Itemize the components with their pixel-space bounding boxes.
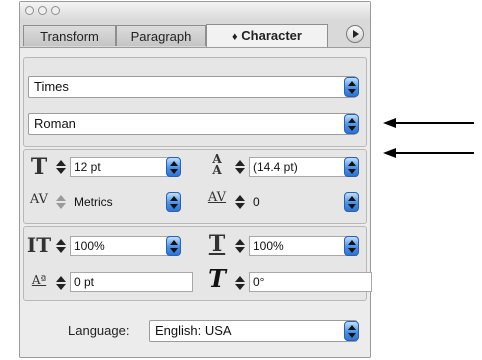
vertical-scale-stepper[interactable] (55, 237, 66, 255)
kerning-stepper[interactable] (55, 193, 66, 211)
language-value: English: USA (155, 323, 232, 338)
leading-popup-icon[interactable] (344, 157, 359, 177)
vertical-scale-icon: IT (26, 233, 52, 257)
leading-stepper[interactable] (234, 158, 245, 176)
vertical-scale-field[interactable]: 100% (70, 236, 178, 256)
leading-icon: AA (212, 152, 222, 177)
horizontal-scale-icon: T (208, 231, 226, 257)
vertical-scale-popup-icon[interactable] (166, 236, 181, 256)
baseline-shift-icon: Aª (31, 273, 47, 287)
horizontal-scale-value: 100% (253, 239, 284, 253)
language-label: Language: (68, 323, 130, 338)
annotation-arrow-line (394, 122, 474, 124)
tab-transform-label: Transform (40, 29, 99, 44)
close-button[interactable] (25, 6, 34, 15)
font-style-dropdown[interactable]: Roman (28, 113, 356, 135)
title-bar[interactable] (20, 2, 370, 22)
annotation-arrow-line (394, 152, 474, 154)
tab-reorder-icon: ♦ (232, 31, 238, 43)
kerning-field[interactable]: Metrics (70, 192, 178, 212)
zoom-button[interactable] (51, 6, 60, 15)
language-dropdown[interactable]: English: USA (149, 320, 357, 342)
tracking-popup-icon[interactable] (344, 192, 359, 212)
character-palette: Transform Paragraph ♦ Character Times Ro… (19, 1, 372, 358)
kerning-value: Metrics (74, 195, 113, 209)
font-family-dropdown[interactable]: Times (28, 76, 356, 98)
font-size-value: 12 pt (74, 160, 101, 174)
kerning-popup-icon[interactable] (166, 192, 181, 212)
baseline-shift-field[interactable]: 0 pt (70, 272, 193, 292)
baseline-shift-value: 0 pt (74, 275, 95, 289)
horizontal-scale-popup-icon[interactable] (344, 236, 359, 256)
tab-strip: Transform Paragraph ♦ Character (20, 21, 370, 48)
skew-stepper[interactable] (234, 274, 245, 292)
tab-paragraph-label: Paragraph (130, 29, 192, 44)
font-size-field[interactable]: 12 pt (70, 157, 178, 177)
skew-value: 0° (253, 275, 265, 289)
tab-character-label: Character (241, 28, 302, 43)
tracking-value: 0 (253, 195, 260, 209)
skew-icon: T (208, 264, 226, 293)
baseline-shift-stepper[interactable] (55, 274, 66, 292)
vertical-scale-value: 100% (74, 239, 105, 253)
horizontal-scale-stepper[interactable] (234, 237, 245, 255)
leading-field[interactable]: (14.4 pt) (249, 157, 357, 177)
language-popup-icon[interactable] (344, 321, 359, 341)
font-size-icon: T (30, 154, 48, 180)
minimize-button[interactable] (38, 6, 47, 15)
palette-menu-icon[interactable] (346, 25, 364, 43)
tracking-field[interactable]: 0 (249, 192, 357, 212)
skew-field[interactable]: 0° (249, 272, 372, 292)
font-style-value: Roman (34, 116, 76, 131)
font-size-popup-icon[interactable] (166, 157, 181, 177)
tracking-icon: AV (207, 190, 227, 205)
horizontal-scale-field[interactable]: 100% (249, 236, 357, 256)
tab-character[interactable]: ♦ Character (206, 24, 328, 47)
tab-transform[interactable]: Transform (23, 25, 116, 46)
font-family-popup-icon[interactable] (344, 77, 359, 97)
font-family-value: Times (34, 79, 69, 94)
tracking-stepper[interactable] (234, 193, 245, 211)
font-size-stepper[interactable] (55, 158, 66, 176)
leading-value: (14.4 pt) (253, 160, 298, 174)
kerning-icon: AV (29, 192, 49, 207)
font-style-popup-icon[interactable] (344, 114, 359, 134)
tab-paragraph[interactable]: Paragraph (116, 25, 206, 46)
